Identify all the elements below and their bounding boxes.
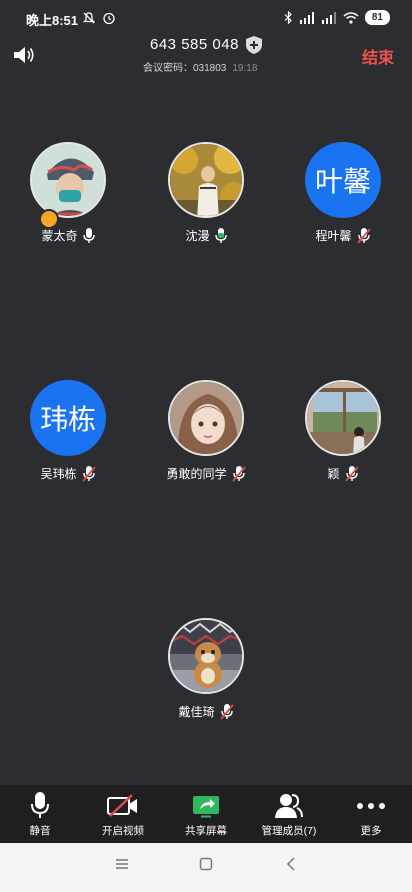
back-button[interactable] [286, 857, 296, 876]
home-button[interactable] [199, 857, 213, 876]
mute-button[interactable]: 静音 [0, 791, 80, 838]
avatar [168, 142, 244, 218]
share-screen-icon [193, 796, 219, 818]
status-left-icons [82, 11, 116, 25]
participant-tile[interactable]: 叶馨 程叶馨 [283, 142, 403, 244]
avatar-photo [170, 382, 242, 454]
meeting-subinfo: 会议密码：031803 19:18 [143, 59, 257, 74]
mic-muted-icon [219, 703, 234, 720]
mic-on-icon [82, 227, 95, 243]
avatar-photo [170, 144, 242, 216]
avatar [168, 380, 244, 456]
more-button[interactable]: 更多 [331, 791, 411, 838]
start-video-button[interactable]: 开启视频 [83, 791, 163, 838]
more-dots-icon [357, 803, 385, 809]
mute-label: 静音 [29, 825, 51, 837]
system-nav-bar [0, 843, 412, 892]
mic-muted-icon [344, 465, 359, 482]
video-off-icon [107, 794, 137, 817]
signal-2-icon [321, 11, 336, 24]
bluetooth-icon [284, 11, 292, 24]
status-right-icons: 81 [284, 10, 390, 25]
back-chevron-icon [286, 857, 295, 871]
start-video-label: 开启视频 [102, 825, 144, 837]
participant-name: 颖 [327, 467, 340, 481]
meeting-password: 会议密码：031803 [143, 63, 227, 74]
meeting-header: 643 585 048 会议密码：031803 19:18 结束 [0, 36, 412, 80]
battery-indicator: 81 [364, 10, 390, 25]
status-bar: 晚上8:51 81 [0, 0, 412, 36]
participant-tile[interactable]: 勇敢的同学 [146, 380, 266, 482]
participant-tile[interactable]: 颖 [283, 380, 403, 482]
end-meeting-button[interactable]: 结束 [362, 44, 394, 68]
recents-button[interactable] [115, 857, 129, 876]
meeting-toolbar: 静音 开启视频 共享屏幕 管理成员(7) 更多 [0, 785, 412, 843]
mic-muted-icon [81, 465, 96, 482]
avatar [168, 618, 244, 694]
home-square-icon [199, 857, 213, 871]
speaker-icon [14, 47, 34, 63]
participant-name: 沈漫 [185, 229, 210, 243]
signal-icon [299, 11, 314, 24]
meeting-info-button[interactable] [245, 35, 263, 60]
mic-muted-icon [231, 465, 246, 482]
share-screen-button[interactable]: 共享屏幕 [166, 791, 246, 838]
status-time: 晚上8:51 [26, 13, 79, 28]
avatar [305, 380, 381, 456]
wifi-icon [343, 11, 359, 24]
host-badge-icon [39, 209, 59, 229]
participant-name: 戴佳琦 [178, 705, 215, 719]
meeting-id[interactable]: 643 585 048 [150, 36, 239, 53]
participant-tile[interactable]: 玮栋 吴玮栋 [8, 380, 128, 482]
avatar-photo [32, 144, 104, 216]
participant-grid: 蒙太奇 沈漫 叶馨 程叶馨 玮栋 吴玮栋 勇敢的同学 颖 戴佳琦 [0, 80, 412, 785]
participant-name: 蒙太奇 [41, 229, 78, 243]
participant-tile[interactable]: 蒙太奇 [8, 142, 128, 244]
avatar-photo [307, 382, 379, 454]
manage-members-button[interactable]: 管理成员(7) [249, 791, 329, 838]
participant-name: 程叶馨 [315, 229, 352, 243]
mic-muted-icon [356, 227, 371, 244]
speaker-toggle[interactable] [12, 45, 36, 70]
alarm-icon [103, 12, 115, 25]
silent-bell-icon [82, 12, 96, 24]
meeting-elapsed: 19:18 [232, 63, 258, 74]
shield-icon [246, 36, 262, 54]
share-screen-label: 共享屏幕 [185, 825, 227, 837]
more-label: 更多 [360, 825, 382, 837]
avatar: 玮栋 [30, 380, 106, 456]
mic-active-icon [214, 227, 227, 243]
microphone-icon [31, 792, 49, 818]
participant-name: 勇敢的同学 [166, 467, 227, 481]
participant-tile[interactable]: 沈漫 [146, 142, 266, 244]
avatar: 叶馨 [305, 142, 381, 218]
avatar-photo [170, 620, 242, 692]
menu-icon [116, 859, 128, 869]
manage-members-label: 管理成员(7) [261, 825, 317, 837]
participant-name: 吴玮栋 [40, 467, 77, 481]
avatar [30, 142, 106, 218]
participant-tile[interactable]: 戴佳琦 [146, 618, 266, 720]
members-icon [275, 794, 303, 818]
